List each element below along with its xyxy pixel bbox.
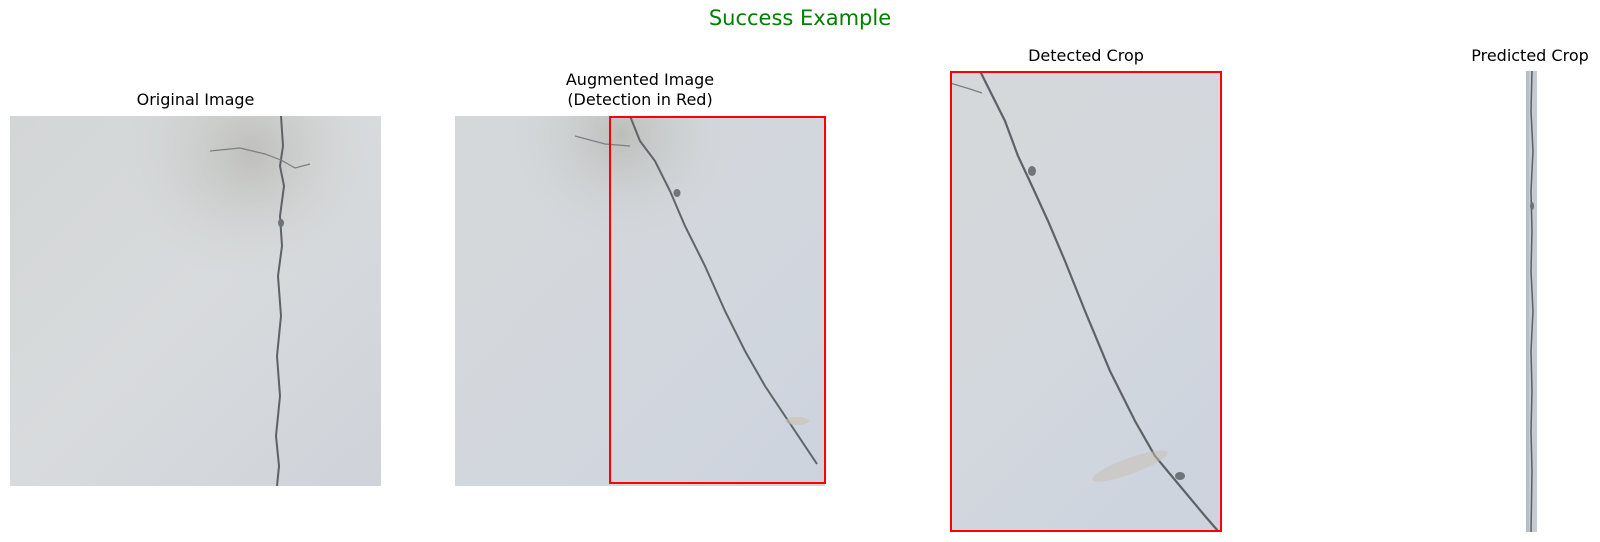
detected-crop-border [950,71,1222,532]
detection-box [609,116,826,484]
predicted-crop-image [1526,71,1537,532]
detected-crop-title: Detected Crop [1028,46,1144,65]
original-image-title: Original Image [136,90,255,109]
predicted-crop-title: Predicted Crop [1471,46,1589,65]
figure-title: Success Example [708,6,892,30]
augmented-image-title: Augmented Image (Detection in Red) [455,70,825,110]
augmented-image-title-line1: Augmented Image [565,70,715,89]
augmented-image-title-line2: (Detection in Red) [567,90,713,109]
original-image [10,116,381,486]
